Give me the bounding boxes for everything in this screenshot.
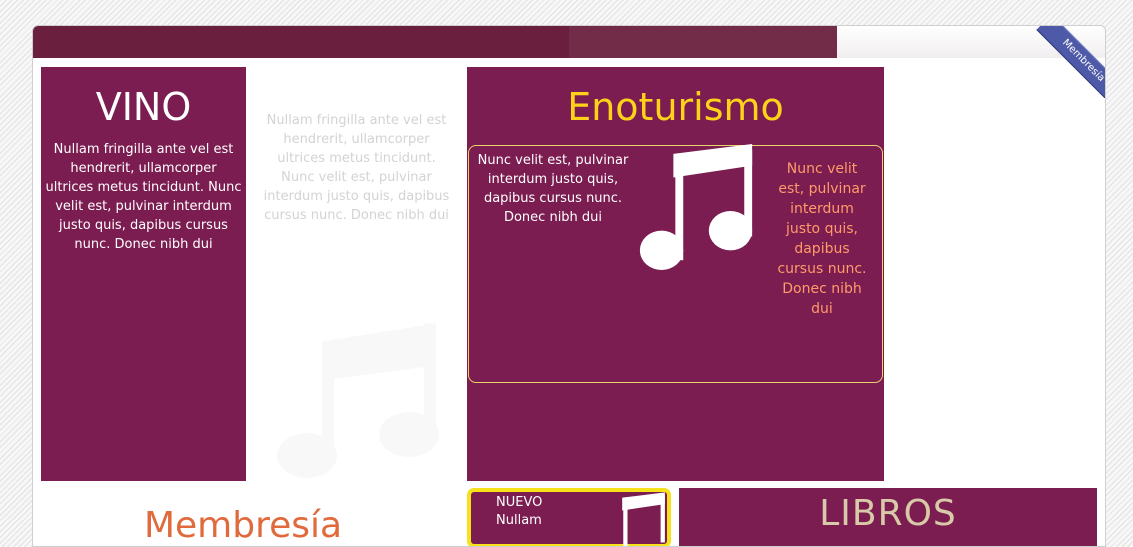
membership-heading: Membresía xyxy=(143,505,343,546)
top-bar xyxy=(33,26,1105,58)
tile-ghost-text: Nullam fringilla ante vel est hendrerit,… xyxy=(263,113,450,223)
top-bar-segment-1 xyxy=(33,26,569,58)
tile-ghost: Nullam fringilla ante vel est hendrerit,… xyxy=(263,111,450,481)
membership-ribbon-label[interactable]: Membresía xyxy=(1036,26,1105,98)
tile-vino-title: VINO xyxy=(95,85,192,129)
page-container: Membresía VINO Nullam fringilla ante vel… xyxy=(32,25,1106,547)
tile-enoturismo-title: Enoturismo xyxy=(567,85,784,129)
tile-nuevo-text: Nullam xyxy=(496,513,542,528)
enoturismo-text-left: Nunc velit est, pulvinar interdum justo … xyxy=(477,153,629,225)
tile-nuevo-label: NUEVO xyxy=(496,495,543,510)
tile-libros[interactable]: LIBROS xyxy=(679,488,1097,546)
tile-vino-text: Nullam fringilla ante vel est hendrerit,… xyxy=(45,142,242,252)
tile-vino[interactable]: VINO Nullam fringilla ante vel est hendr… xyxy=(41,67,246,481)
tile-libros-title: LIBROS xyxy=(819,493,957,534)
enoturismo-panel: Nunc velit est, pulvinar interdum justo … xyxy=(468,144,883,383)
tile-nuevo[interactable]: NUEVO Nullam xyxy=(467,488,671,546)
music-note-icon xyxy=(268,279,448,485)
music-note-icon xyxy=(636,144,758,276)
enoturismo-text-right: Nunc velit est, pulvinar interdum justo … xyxy=(777,161,867,317)
membership-ribbon[interactable]: Membresía xyxy=(1033,26,1105,98)
tile-enoturismo[interactable]: Enoturismo Nunc velit est, pulvinar inte… xyxy=(467,67,884,481)
top-bar-segment-2 xyxy=(569,26,837,58)
